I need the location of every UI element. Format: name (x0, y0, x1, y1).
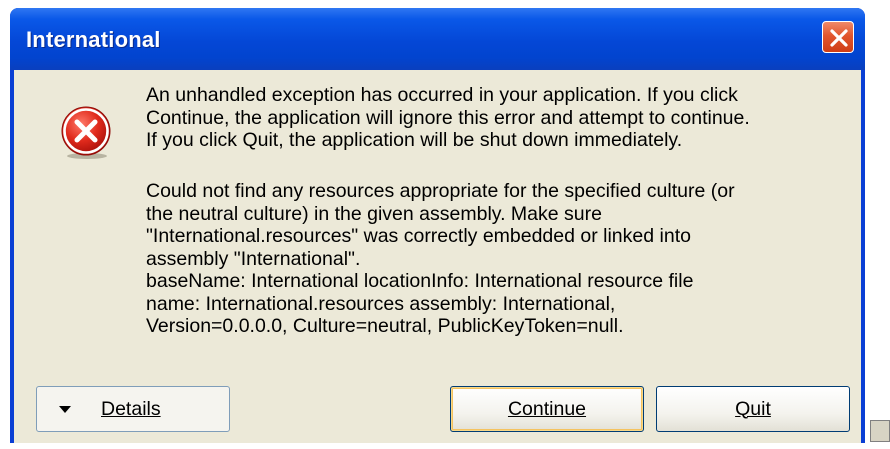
continue-button-label: Continue (507, 397, 587, 420)
quit-button[interactable]: Quit (656, 386, 850, 432)
window-title: International (26, 27, 161, 52)
details-button[interactable]: Details (36, 386, 230, 432)
expand-arrow-icon (59, 405, 71, 413)
quit-button-label: Quit (735, 397, 771, 420)
error-dialog: International An unhandled exception has… (10, 8, 865, 443)
error-summary: An unhandled exception has occurred in y… (146, 84, 750, 151)
details-button-label: Details (101, 397, 161, 420)
error-details-text: Could not find any resources appropriate… (146, 180, 735, 337)
close-icon (830, 29, 848, 47)
title-bar[interactable]: International (10, 8, 865, 70)
close-button[interactable] (822, 21, 854, 53)
dialog-body: An unhandled exception has occurred in y… (14, 70, 861, 443)
background-window-icon (870, 420, 890, 442)
error-icon (61, 106, 111, 159)
continue-button[interactable]: Continue (450, 386, 644, 432)
